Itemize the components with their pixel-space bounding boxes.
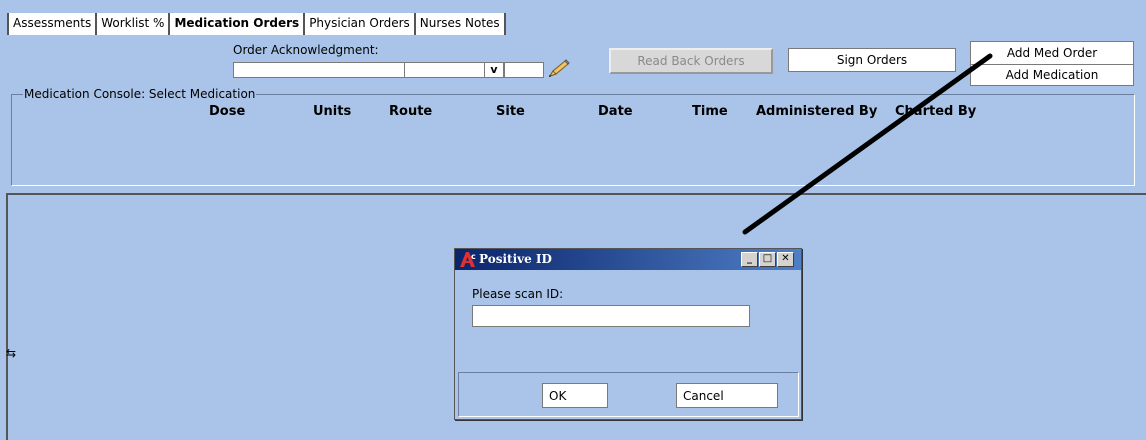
tab-medication-orders[interactable]: Medication Orders [170,13,306,35]
positive-id-dialog: c Positive ID _ □ ✕ Please scan ID: OK C… [454,248,802,420]
read-back-orders-button[interactable]: Read Back Orders [609,48,773,74]
column-header-date: Date [598,104,633,119]
order-acknowledgment-label: Order Acknowledgment: [233,43,379,57]
pencil-icon[interactable] [544,59,572,79]
close-button[interactable]: ✕ [777,252,794,267]
add-med-order-button[interactable]: Add Med Order [970,41,1134,65]
column-header-units: Units [313,104,352,119]
svg-text:c: c [471,252,476,261]
cursor-icon: ⇆ [6,346,17,360]
maximize-button[interactable]: □ [759,252,776,267]
tab-nurses-notes[interactable]: Nurses Notes [415,13,506,35]
column-header-dose: Dose [209,104,246,119]
column-header-time: Time [692,104,728,119]
add-medication-button[interactable]: Add Medication [970,64,1134,86]
app-logo-icon: c [460,252,476,267]
column-header-charted-by: Charted By [895,104,977,119]
tab-worklist[interactable]: Worklist % [97,13,171,35]
order-ack-field-2[interactable] [404,62,485,78]
dialog-title-bar[interactable]: c Positive ID _ □ ✕ [455,249,801,270]
medication-console-title: Medication Console: Select Medication [23,87,257,101]
dialog-title: Positive ID [479,252,552,266]
order-ack-field-3[interactable] [504,62,544,78]
column-header-administered-by: Administered By [756,104,878,119]
minimize-button[interactable]: _ [741,252,758,267]
tab-bar: Assessments Worklist % Medication Orders… [0,0,1146,37]
scan-id-label: Please scan ID: [472,287,564,301]
tab-assessments[interactable]: Assessments [7,13,98,35]
order-ack-dropdown-button[interactable]: v [484,62,504,78]
cancel-button[interactable]: Cancel [676,383,778,408]
ok-button[interactable]: OK [542,383,608,408]
sign-orders-button[interactable]: Sign Orders [788,48,956,72]
column-header-site: Site [496,104,525,119]
tab-physician-orders[interactable]: Physician Orders [305,13,416,35]
column-header-route: Route [389,104,433,119]
scan-id-input[interactable] [472,305,750,327]
tab-strip: Assessments Worklist % Medication Orders… [7,13,506,35]
order-ack-field-1[interactable] [233,62,405,78]
